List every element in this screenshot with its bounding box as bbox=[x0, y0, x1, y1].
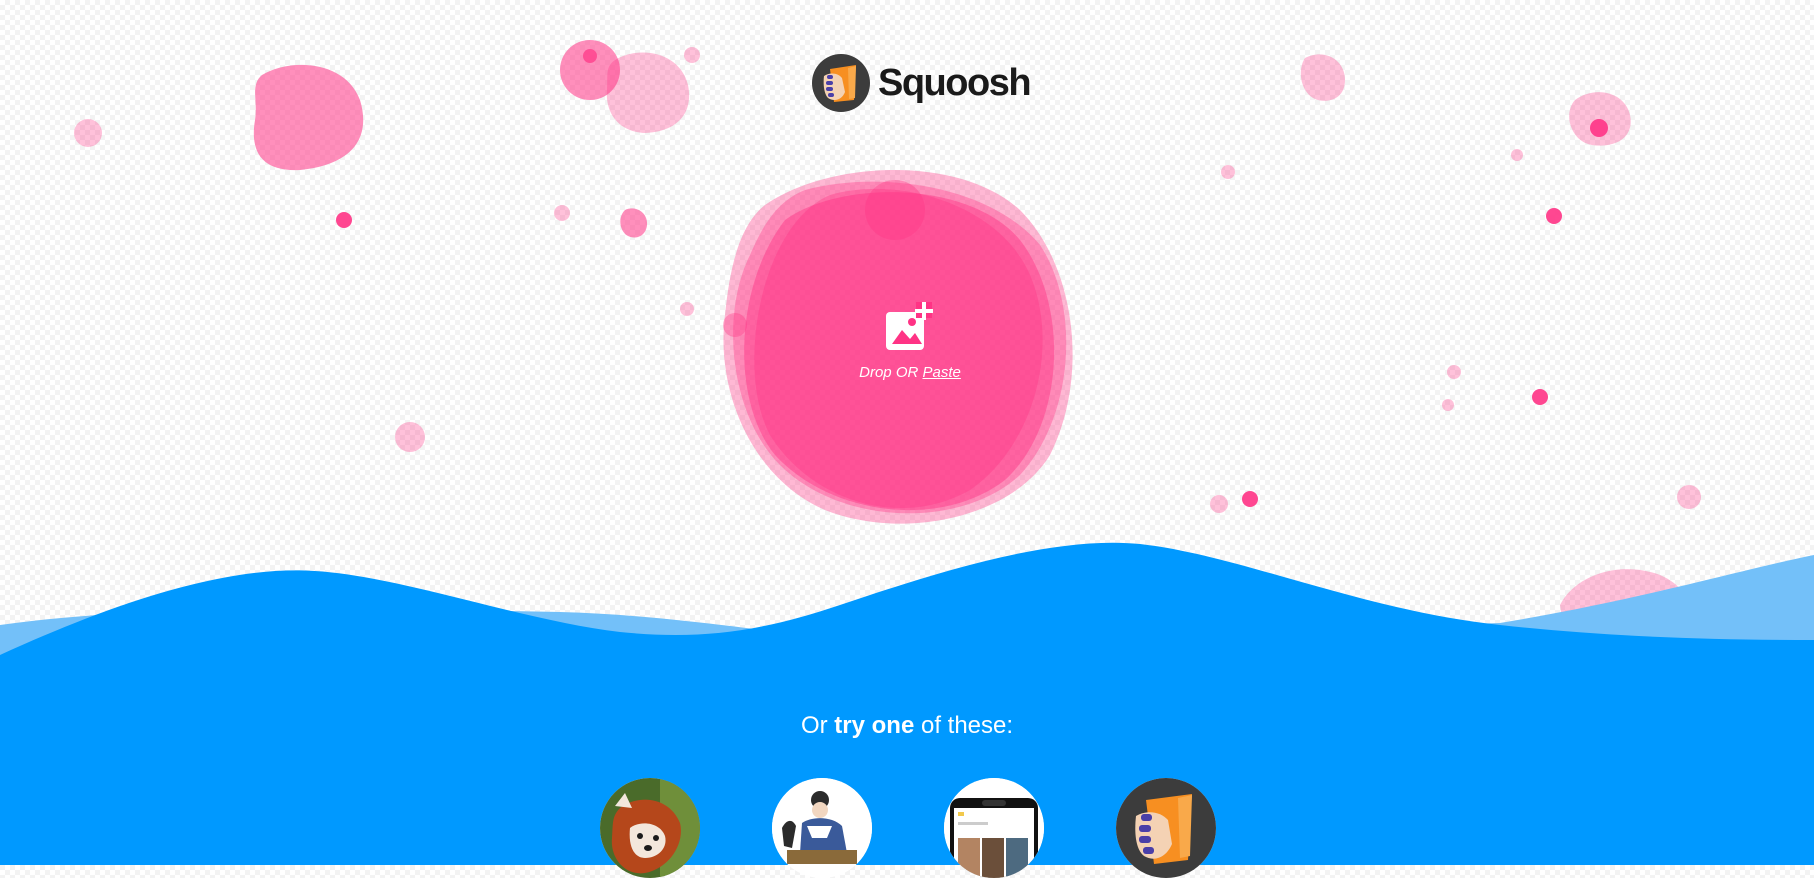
demo-artwork[interactable] bbox=[772, 778, 872, 878]
demo-red-panda[interactable] bbox=[600, 778, 700, 878]
demo-squoosh-logo[interactable] bbox=[1116, 778, 1216, 878]
try-prefix: Or bbox=[800, 712, 828, 739]
device-screenshot-image bbox=[944, 778, 1044, 878]
demo-list bbox=[600, 778, 1288, 878]
squoosh-logo-image bbox=[1116, 778, 1216, 878]
demo-section-title: Or try one of these: bbox=[0, 712, 1814, 740]
demo-device-screenshot[interactable] bbox=[944, 778, 1044, 878]
red-panda-image bbox=[600, 778, 700, 878]
try-bold: try one bbox=[834, 712, 915, 739]
try-suffix: of these: bbox=[920, 712, 1014, 739]
artwork-image bbox=[772, 778, 872, 878]
